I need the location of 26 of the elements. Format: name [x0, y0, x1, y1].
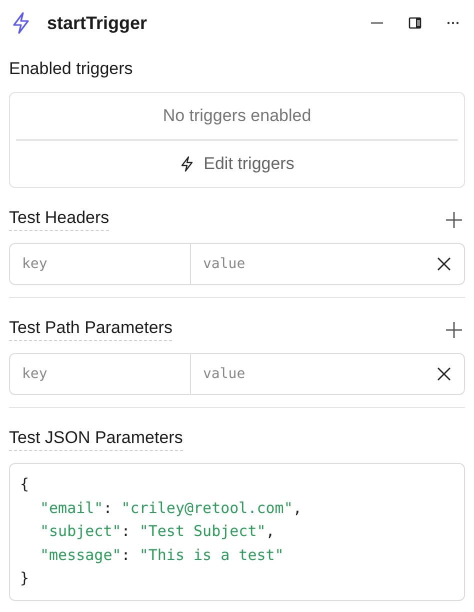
section-heading: Test JSON Parameters — [9, 428, 183, 451]
section-heading: Enabled triggers — [9, 58, 133, 80]
empty-message: No triggers enabled — [16, 93, 458, 141]
section-heading: Test Path Parameters — [9, 318, 172, 341]
code-line: "message": "This is a test" — [39, 544, 285, 566]
code-line: } — [20, 568, 30, 589]
panel-title: startTrigger — [47, 12, 148, 34]
key-input[interactable]: key — [10, 354, 190, 394]
remove-button[interactable] — [424, 353, 465, 395]
value-input[interactable]: value — [191, 244, 424, 284]
key-input[interactable]: key — [10, 244, 190, 284]
close-icon — [436, 366, 452, 382]
close-icon — [436, 256, 452, 272]
section-heading: Test Headers — [9, 208, 110, 231]
lightning-icon — [11, 12, 31, 34]
sidebar-icon — [408, 16, 422, 30]
value-input[interactable]: value — [191, 354, 424, 394]
code-editor[interactable]: { "email": "criley@retool.com", "subject": "Test Subject", "message": "This is a test" } — [9, 463, 465, 600]
code-line: "email": "criley@retool.com", — [39, 498, 303, 518]
edit-triggers-button[interactable]: Edit triggers — [16, 141, 458, 187]
code-line: "subject": "Test Subject", — [39, 521, 276, 542]
code-line: { — [20, 474, 30, 495]
remove-button[interactable] — [424, 243, 465, 285]
plus-icon — [444, 320, 464, 340]
plus-icon — [444, 210, 464, 230]
lightning-icon — [180, 156, 194, 172]
